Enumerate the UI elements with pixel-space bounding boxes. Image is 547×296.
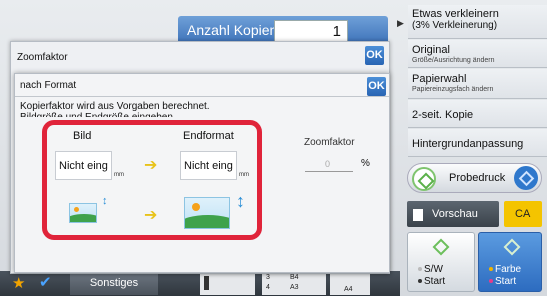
start-bw-sublabel: Start — [418, 276, 445, 287]
start-bw-button[interactable]: S/W Start — [407, 232, 475, 292]
paper-size-indicator[interactable]: A4 — [330, 272, 370, 295]
menu-item-hintergrundanpassung[interactable]: Hintergrundanpassung — [408, 129, 547, 157]
sonstiges-button[interactable]: Sonstiges — [70, 272, 158, 295]
large-image-icon — [184, 197, 230, 229]
start-diamond-icon — [412, 167, 436, 191]
menu-item-title: 2-seit. Kopie — [412, 109, 474, 121]
endformat-size-value: Nicht eing — [184, 160, 233, 172]
tray-number: 4 — [266, 284, 270, 291]
zoom-factor-value: 0 — [325, 159, 331, 169]
menu-item-title: Papierwahl — [412, 73, 467, 85]
start-color-sublabel: Start — [489, 276, 516, 287]
checkmark-icon[interactable]: ✔ — [39, 273, 52, 291]
zoom-factor-label: Zoomfaktor — [304, 137, 355, 148]
tray-number: 3 — [266, 274, 270, 281]
bild-size-value: Nicht eing — [59, 160, 108, 172]
bild-label: Bild — [73, 130, 92, 142]
description-text-2: Bildgröße und Endgröße eingeben. — [20, 112, 176, 117]
start-color-label: Farbe — [489, 264, 521, 275]
format-ok-button[interactable]: OK — [367, 77, 386, 96]
tray-selector[interactable]: 3 B4 4 A3 — [262, 272, 326, 295]
ca-label: CA — [515, 208, 531, 220]
menu-item-sub: Papiereinzugsfach ändern — [412, 86, 494, 93]
tray-icon — [204, 276, 209, 290]
start-diamond-icon — [503, 238, 521, 256]
menu-item-title: Hintergrundanpassung — [412, 138, 524, 150]
zoom-percent-unit: % — [361, 158, 370, 169]
start-diamond-icon — [432, 238, 450, 256]
menu-item-sub: Größe/Ausrichtung ändern — [412, 57, 495, 64]
format-dialog: nach Format OK Kopierfaktor wird aus Vor… — [14, 73, 390, 273]
bild-size-input[interactable]: Nicht eing — [55, 151, 112, 180]
start-color-button[interactable]: Farbe Start — [478, 232, 542, 292]
bild-unit: mm — [114, 172, 124, 178]
paper-size-label: A4 — [344, 286, 353, 293]
copies-label: Anzahl Kopien — [187, 22, 278, 38]
vorschau-button[interactable]: Vorschau — [407, 201, 499, 227]
menu-item-2-seit-kopie[interactable]: 2-seit. Kopie — [408, 100, 547, 128]
menu-item-title: Etwas verkleinern — [412, 8, 499, 20]
menu-item-title: Original — [412, 44, 450, 56]
menu-item-sub: (3% Verkleinerung) — [412, 20, 498, 31]
zoom-dialog-title: Zoomfaktor — [17, 52, 68, 63]
favorite-star-icon[interactable]: ★ — [12, 274, 25, 292]
screen: Anzahl Kopien 1 ▶ Etwas verkleinern (3% … — [0, 0, 547, 296]
arrow-right-icon: ➔ — [144, 207, 158, 224]
arrow-right-icon: ➔ — [144, 157, 158, 174]
menu-item-papierwahl[interactable]: Papierwahl Papiereinzugsfach ändern — [408, 69, 547, 99]
description-text: Kopierfaktor wird aus Vorgaben berechnet… — [20, 101, 210, 112]
vertical-size-icon: ↕ — [236, 191, 245, 211]
menu-item-original[interactable]: Original Größe/Ausrichtung ändern — [408, 40, 547, 68]
copies-value: 1 — [332, 23, 341, 40]
menu-collapse-icon[interactable]: ▶ — [397, 18, 404, 29]
format-dialog-title: nach Format — [20, 80, 77, 91]
start-bw-label: S/W — [418, 264, 443, 275]
tray-size: A3 — [290, 284, 299, 291]
copies-input[interactable]: 1 — [274, 20, 348, 42]
zoom-ok-button[interactable]: OK — [365, 46, 384, 65]
vorschau-label: Vorschau — [432, 208, 478, 220]
preview-icon — [413, 209, 423, 221]
small-image-icon — [69, 203, 97, 223]
probedruck-button[interactable]: Probedruck — [407, 163, 542, 193]
function-menu: ▶ Etwas verkleinern (3% Verkleinerung) O… — [394, 5, 547, 157]
bottom-bar: ★ ✔ Sonstiges 3 B4 4 A3 A4 — [0, 271, 400, 296]
menu-item-etwas-verkleinern[interactable]: Etwas verkleinern (3% Verkleinerung) — [408, 5, 547, 39]
probedruck-label: Probedruck — [449, 172, 506, 184]
tray-size: B4 — [290, 274, 299, 281]
endformat-unit: mm — [239, 172, 249, 178]
size-input-group: Bild Endformat Nicht eing mm ➔ Nicht ein… — [42, 120, 262, 240]
vertical-size-icon: ↕ — [102, 195, 108, 207]
color-start-icon — [514, 166, 538, 190]
divider — [15, 96, 389, 97]
clear-all-button[interactable]: CA — [504, 201, 542, 227]
endformat-label: Endformat — [183, 130, 234, 142]
endformat-size-input[interactable]: Nicht eing — [180, 151, 237, 180]
zoom-factor-field: 0 — [305, 156, 353, 172]
tray-indicator[interactable] — [200, 272, 255, 295]
